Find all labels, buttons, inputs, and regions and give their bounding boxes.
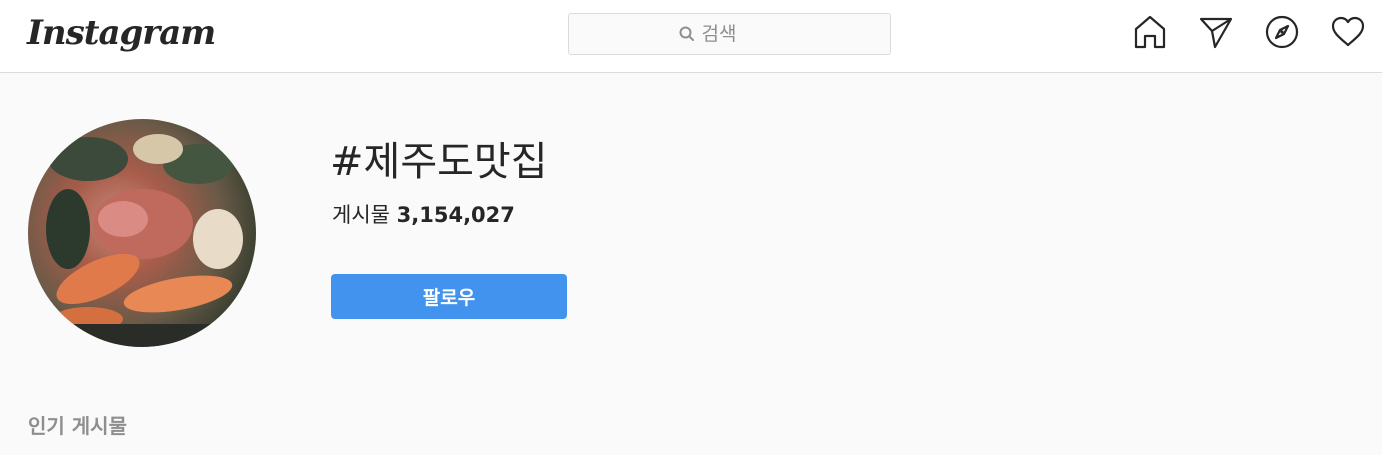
post-count: 게시물 3,154,027: [332, 200, 515, 230]
post-count-number: 3,154,027: [396, 203, 515, 227]
search-input[interactable]: [701, 23, 782, 45]
search-box[interactable]: [568, 13, 891, 55]
activity-heart-icon[interactable]: [1330, 14, 1366, 50]
search-icon: [678, 25, 696, 43]
direct-message-icon[interactable]: [1198, 14, 1234, 50]
instagram-logo[interactable]: Instagram: [27, 10, 216, 56]
top-posts-section-title: 인기 게시물: [28, 414, 127, 438]
hashtag-profile-image: [28, 119, 256, 347]
post-count-label: 게시물: [332, 203, 390, 227]
follow-button[interactable]: 팔로우: [331, 274, 567, 319]
explore-compass-icon[interactable]: [1264, 14, 1300, 50]
top-navigation-bar: Instagram: [0, 0, 1382, 73]
hashtag-title: #제주도맛집: [330, 139, 548, 185]
home-icon[interactable]: [1132, 14, 1168, 50]
